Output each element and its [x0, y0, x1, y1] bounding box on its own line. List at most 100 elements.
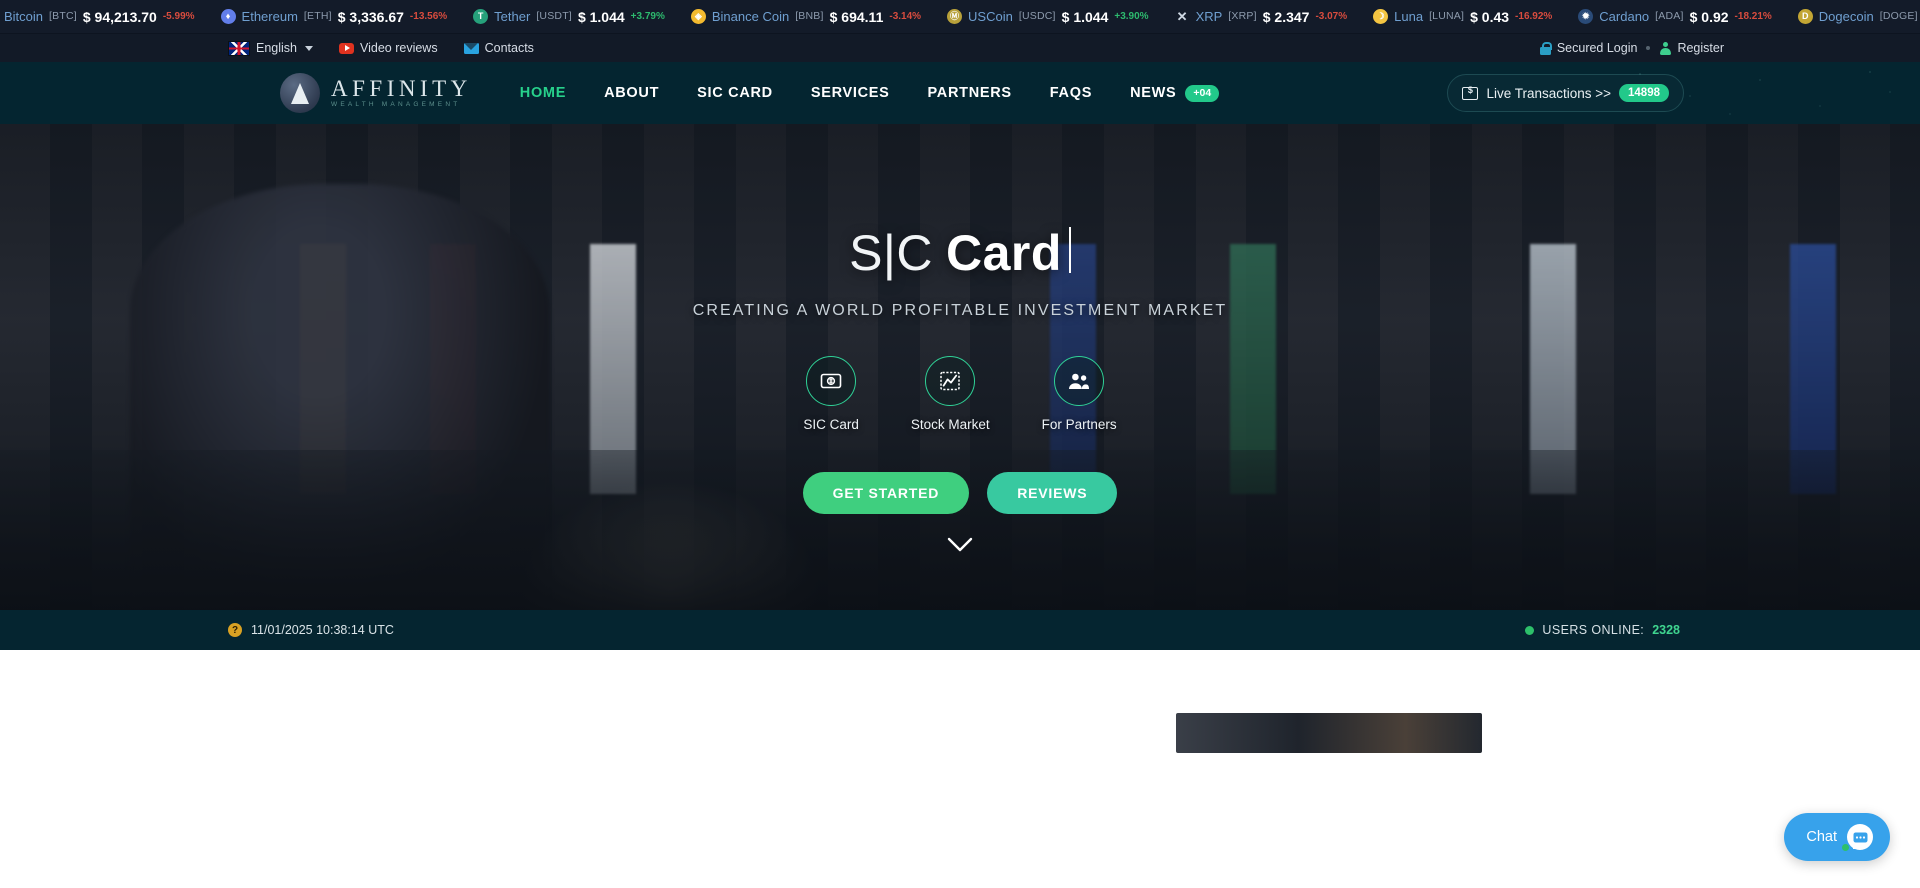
- ticker-coin-price: $ 0.92: [1689, 8, 1729, 25]
- nav-item-sic-card[interactable]: SIC CARD: [697, 85, 773, 101]
- ticker-coin-price: $ 2.347: [1262, 8, 1310, 25]
- ticker-coin-symbol: [ADA]: [1655, 10, 1684, 23]
- secured-login-label: Secured Login: [1556, 41, 1638, 55]
- dogecoin-icon: D: [1797, 9, 1813, 24]
- contacts-link[interactable]: Contacts: [463, 41, 534, 55]
- users-online-label: USERS ONLINE:: [1542, 623, 1645, 637]
- banknote-icon: [1462, 85, 1479, 100]
- online-status-dot: [1525, 625, 1535, 635]
- nav-item-label: PARTNERS: [927, 85, 1012, 101]
- ticker-coin-change: -3.14%: [889, 10, 922, 22]
- uk-flag-icon: [228, 40, 250, 56]
- ticker-item[interactable]: Ⓜ USCoin [USDC] $ 1.044 +3.90%: [934, 9, 1162, 24]
- ticker-coin-change: -13.56%: [409, 10, 448, 22]
- ticker-item[interactable]: ✕ XRP [XRP] $ 2.347 -3.07%: [1162, 9, 1361, 24]
- help-icon[interactable]: ?: [228, 623, 242, 637]
- ticker-item[interactable]: ◈ Binance Coin [BNB] $ 694.11 -3.14%: [678, 9, 934, 24]
- get-started-button[interactable]: GET STARTED: [802, 472, 970, 514]
- hero-feature-label: SIC Card: [803, 417, 859, 432]
- register-label: Register: [1677, 41, 1724, 55]
- ticker-item[interactable]: ✹ Cardano [ADA] $ 0.92 -18.21%: [1565, 9, 1785, 24]
- nav-item-label: SERVICES: [810, 85, 890, 101]
- nav-item-label: ABOUT: [604, 85, 660, 101]
- people-icon: [1054, 356, 1105, 406]
- nav-item-services[interactable]: SERVICES: [811, 85, 890, 101]
- chat-label: Chat: [1806, 829, 1837, 845]
- ticker-coin-change: +3.90%: [1114, 10, 1149, 22]
- hero-feature-label: Stock Market: [910, 417, 990, 432]
- utility-links-right: Secured Login Register: [1539, 41, 1724, 55]
- ticker-item[interactable]: ♦ Ethereum [ETH] $ 3,336.67 -13.56%: [208, 9, 461, 24]
- ticker-item[interactable]: T Tether [USDT] $ 1.044 +3.79%: [460, 9, 678, 24]
- main-navigation: HOME ABOUT SIC CARD SERVICES PARTNERS FAQS NEW…: [520, 84, 1220, 102]
- mail-icon: [463, 42, 479, 54]
- hero-title-thin: S|C: [849, 225, 934, 281]
- hero-feature-list: SIC Card Stock Market For Partners: [803, 356, 1117, 432]
- ticker-coin-price: $ 3,336.67: [337, 8, 404, 25]
- nav-item-about[interactable]: ABOUT: [604, 85, 659, 101]
- separator-dot: [1646, 46, 1651, 50]
- hero-feature-stock-market[interactable]: Stock Market: [911, 356, 990, 432]
- users-online-group: USERS ONLINE: 2328: [1525, 623, 1680, 637]
- hero-title: S|C Card: [849, 224, 1071, 278]
- brand-name: AFFINITY: [331, 76, 472, 102]
- chevron-down-icon[interactable]: [947, 537, 973, 558]
- secured-login-link[interactable]: Secured Login: [1539, 41, 1638, 55]
- ticker-coin-symbol: [ETH]: [303, 10, 332, 23]
- uscoin-icon: Ⓜ: [947, 9, 963, 24]
- affinity-emblem-icon: [280, 73, 320, 113]
- ticker-coin-symbol: [XRP]: [1228, 10, 1257, 23]
- ticker-coin-name: Luna: [1394, 9, 1424, 24]
- live-transactions-count: 14898: [1619, 84, 1669, 102]
- ticker-coin-symbol: [LUNA]: [1429, 10, 1465, 23]
- xrp-icon: ✕: [1176, 9, 1188, 24]
- status-timestamp-group: ? 11/01/2025 10:38:14 UTC: [228, 623, 394, 637]
- video-thumbnail-strip[interactable]: [1176, 713, 1482, 753]
- nav-item-home[interactable]: HOME: [520, 85, 566, 101]
- crypto-ticker-bar[interactable]: ₿Bitcoin[BTC]$ 94,213.70-5.99%♦Ethereum[…: [0, 0, 1920, 34]
- site-header: AFFINITY WEALTH MANAGEMENT HOME ABOUT SIC …: [0, 62, 1920, 124]
- live-transactions-label: Live Transactions >>: [1486, 85, 1612, 101]
- nav-item-label: SIC CARD: [697, 85, 773, 101]
- utility-links-left: English Video reviews Contacts: [228, 40, 534, 56]
- hero-feature-for-partners[interactable]: For Partners: [1042, 356, 1117, 432]
- chat-widget-button[interactable]: Chat: [1784, 813, 1890, 861]
- ticker-item[interactable]: DDogecoin[DOGE]$ 0.33: [1785, 9, 1920, 24]
- ticker-coin-symbol: [BTC]: [49, 10, 77, 23]
- nav-item-partners[interactable]: PARTNERS: [928, 85, 1012, 101]
- binance-icon: ◈: [690, 9, 706, 24]
- ticker-coin-name: Tether: [494, 9, 531, 24]
- ticker-coin-name: USCoin: [968, 9, 1013, 24]
- status-bar: ? 11/01/2025 10:38:14 UTC USERS ONLINE: …: [0, 610, 1920, 650]
- language-selector[interactable]: English: [228, 40, 313, 56]
- ticker-coin-name: Dogecoin: [1818, 9, 1874, 24]
- ticker-item[interactable]: ☽ Luna [LUNA] $ 0.43 -16.92%: [1360, 9, 1565, 24]
- server-timestamp: 11/01/2025 10:38:14 UTC: [251, 623, 394, 637]
- register-link[interactable]: Register: [1659, 41, 1724, 55]
- ticker-coin-price: $ 94,213.70: [82, 8, 157, 25]
- hero-feature-label: For Partners: [1041, 417, 1117, 432]
- brand-text: AFFINITY WEALTH MANAGEMENT: [331, 77, 472, 109]
- ethereum-icon: ♦: [220, 9, 236, 24]
- nav-badge-count: +04: [1185, 84, 1220, 102]
- luna-icon: ☽: [1373, 9, 1389, 24]
- hero-feature-sic-card[interactable]: SIC Card: [803, 356, 859, 432]
- ticker-item[interactable]: ₿Bitcoin[BTC]$ 94,213.70-5.99%: [0, 9, 208, 24]
- utility-bar: English Video reviews Contacts Secured L…: [0, 34, 1920, 62]
- video-reviews-link[interactable]: Video reviews: [339, 41, 438, 55]
- chat-bubble-icon: [1841, 824, 1873, 852]
- ticker-coin-change: -5.99%: [162, 10, 195, 22]
- cardano-icon: ✹: [1578, 9, 1594, 24]
- ticker-coin-price: $ 694.11: [829, 8, 884, 25]
- chevron-down-icon: [305, 45, 313, 51]
- language-label: English: [256, 41, 297, 55]
- ticker-coin-symbol: [USDC]: [1018, 10, 1056, 23]
- nav-item-faqs[interactable]: FAQS: [1050, 85, 1092, 101]
- ticker-coin-symbol: [BNB]: [795, 10, 824, 23]
- nav-item-news[interactable]: NEWS +04: [1130, 84, 1220, 102]
- reviews-button[interactable]: REVIEWS: [987, 472, 1118, 514]
- live-transactions-button[interactable]: Live Transactions >> 14898: [1447, 74, 1684, 112]
- chat-online-dot: [1841, 843, 1850, 852]
- brand-logo[interactable]: AFFINITY WEALTH MANAGEMENT: [280, 73, 472, 113]
- nav-item-label: NEWS: [1130, 85, 1177, 101]
